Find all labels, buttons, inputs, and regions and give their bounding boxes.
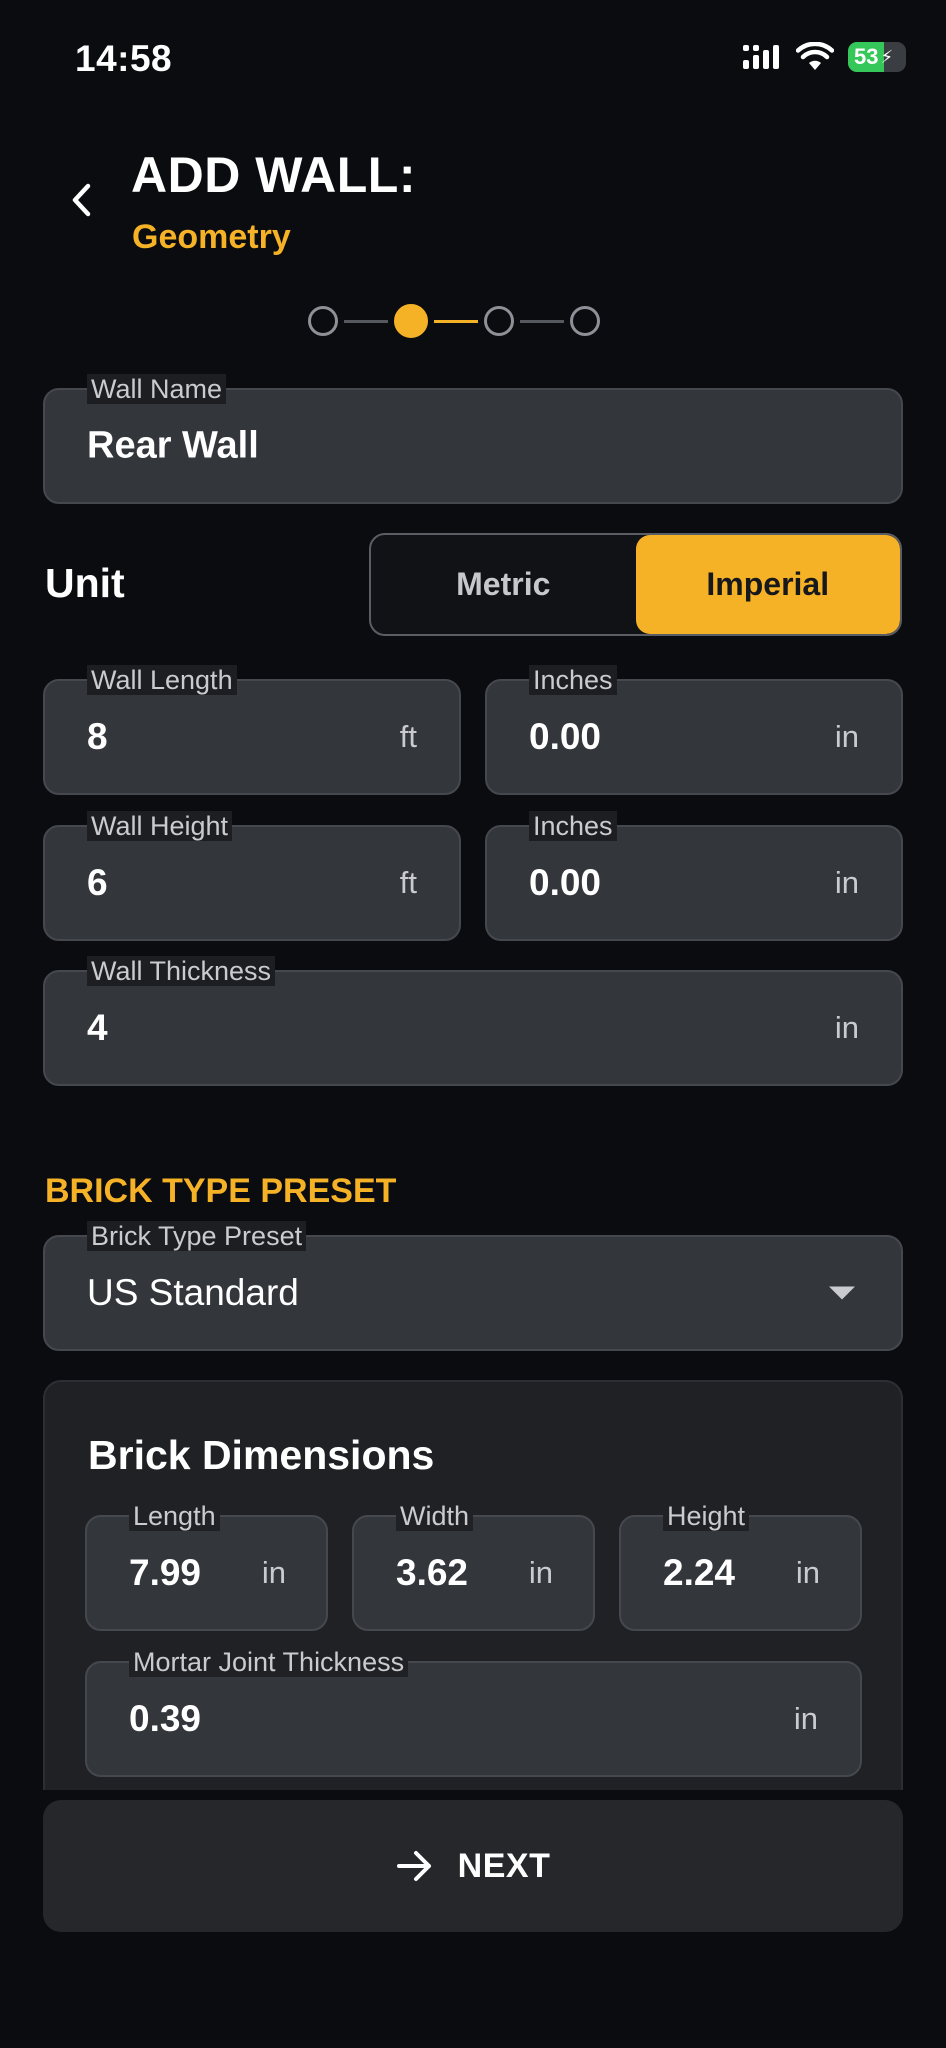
step-4-indicator [570,306,600,336]
page-subtitle: Geometry [132,218,291,256]
wall-name-value: Rear Wall [87,424,259,467]
add-wall-screen: 14:58 53 ⚡ ADD WALL: Geometry Wall Name … [0,0,946,2048]
mortar-joint-unit: in [793,1701,818,1736]
brick-length-label: Length [129,1501,220,1531]
wall-length-inches-field[interactable]: Inches 0.00 in [485,665,903,795]
brick-height-field[interactable]: Height 2.24 in [619,1501,862,1631]
back-button[interactable] [60,172,104,228]
step-connector-active [434,319,478,323]
mortar-joint-value: 0.39 [129,1698,202,1739]
next-button-label: NEXT [457,1846,551,1885]
mortar-joint-label: Mortar Joint Thickness [129,1647,409,1677]
wall-thickness-unit: in [834,1010,859,1045]
wall-thickness-value: 4 [87,1007,108,1048]
wall-height-label: Wall Height [87,811,233,841]
wall-thickness-field[interactable]: Wall Thickness 4 in [43,956,903,1086]
charging-icon: ⚡ [880,46,894,67]
wall-height-inches-unit: in [834,865,859,900]
brick-length-value: 7.99 [129,1552,202,1593]
battery-level: 53 [854,44,879,69]
cellular-signal-icon [743,45,779,69]
progress-stepper [308,304,600,338]
wall-height-inches-label: Inches [529,811,617,841]
unit-option-metric[interactable]: Metric [371,535,636,634]
wall-length-label: Wall Length [87,665,237,695]
brick-preset-label: Brick Type Preset [87,1221,307,1251]
wall-name-field[interactable]: Wall Name Rear Wall [43,374,903,504]
unit-label: Unit [45,560,125,606]
brick-height-value: 2.24 [663,1552,736,1593]
battery-icon: 53 ⚡ [848,42,906,72]
wall-length-unit: ft [399,719,417,754]
wifi-icon [796,42,834,70]
wall-height-inches-value: 0.00 [529,862,602,903]
brick-width-field[interactable]: Width 3.62 in [352,1501,595,1631]
brick-dimensions-title: Brick Dimensions [88,1432,435,1478]
brick-dimensions-card: Brick Dimensions Length 7.99 in Width 3.… [43,1380,903,1790]
brick-length-field[interactable]: Length 7.99 in [85,1501,328,1631]
brick-preset-dropdown[interactable]: Brick Type Preset US Standard [43,1221,903,1351]
brick-length-unit: in [261,1555,286,1590]
wall-height-value: 6 [87,862,108,903]
wall-length-field[interactable]: Wall Length 8 ft [43,665,461,795]
brick-section-heading: BRICK TYPE PRESET [45,1172,397,1210]
brick-preset-value: US Standard [87,1272,299,1313]
step-connector [344,319,388,323]
step-3-indicator [484,306,514,336]
status-icons: 53 ⚡ [742,42,906,72]
wall-length-inches-value: 0.00 [529,716,602,757]
dropdown-arrow-icon [829,1286,855,1300]
chevron-left-icon [72,183,91,217]
wall-length-inches-unit: in [834,719,859,754]
brick-width-unit: in [528,1555,553,1590]
brick-height-unit: in [795,1555,820,1590]
wall-length-inches-label: Inches [529,665,617,695]
wall-height-unit: ft [399,865,417,900]
step-1-indicator [308,306,338,336]
brick-width-value: 3.62 [396,1552,469,1593]
brick-height-label: Height [663,1501,750,1531]
wall-height-field[interactable]: Wall Height 6 ft [43,811,461,941]
next-button[interactable]: NEXT [43,1800,903,1932]
brick-width-label: Width [396,1501,474,1531]
mortar-joint-field[interactable]: Mortar Joint Thickness 0.39 in [85,1647,862,1777]
wall-thickness-label: Wall Thickness [87,956,276,986]
wall-height-inches-field[interactable]: Inches 0.00 in [485,811,903,941]
step-connector [520,319,564,323]
status-time: 14:58 [75,38,173,79]
unit-toggle[interactable]: Metric Imperial [369,533,902,636]
wall-length-value: 8 [87,716,108,757]
wall-name-label: Wall Name [87,374,227,404]
arrow-right-icon [396,1851,431,1881]
unit-option-imperial[interactable]: Imperial [635,535,900,634]
page-title: ADD WALL: [131,147,416,203]
step-2-indicator-active [394,304,428,338]
